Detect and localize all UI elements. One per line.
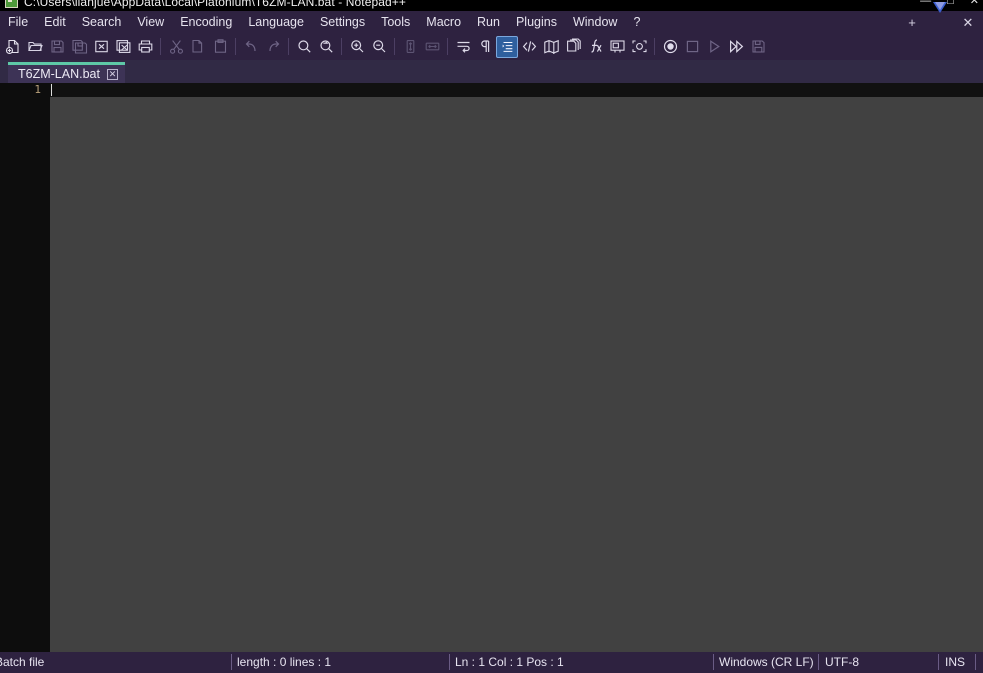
status-insert-mode[interactable]: INS (945, 656, 965, 669)
cut-icon[interactable] (165, 36, 187, 58)
toolbar-separator (654, 38, 655, 55)
close-tab-button[interactable]: ✕ (961, 16, 975, 29)
menu-item-language[interactable]: Language (240, 12, 312, 33)
window-title: C:\Users\lianjue\AppData\Local\Platonium… (24, 0, 407, 9)
status-divider (231, 654, 232, 670)
macro-save-icon[interactable] (747, 36, 769, 58)
toolbar-separator (235, 38, 236, 55)
close-window-button[interactable]: ✕ (970, 0, 979, 11)
close-all-icon[interactable] (112, 36, 134, 58)
status-eol[interactable]: Windows (CR LF) (719, 656, 814, 669)
menu-item-run[interactable]: Run (469, 12, 508, 33)
tab-label: T6ZM-LAN.bat (18, 66, 100, 81)
undo-icon[interactable] (240, 36, 262, 58)
menu-item-help[interactable]: ? (625, 12, 648, 33)
notepad-plus-plus-window: C:\Users\lianjue\AppData\Local\Platonium… (0, 0, 983, 673)
notepad-plus-plus-icon (5, 0, 18, 8)
menu-item-search[interactable]: Search (74, 12, 130, 33)
document-map-icon[interactable] (540, 36, 562, 58)
status-encoding[interactable]: UTF-8 (825, 656, 859, 669)
copy-icon[interactable] (187, 36, 209, 58)
new-file-icon[interactable] (2, 36, 24, 58)
line-number-gutter: 1 (0, 83, 50, 652)
status-length-lines: length : 0 lines : 1 (237, 655, 332, 669)
toolbar-separator (394, 38, 395, 55)
redo-icon[interactable] (262, 36, 284, 58)
minimize-button[interactable]: — (920, 0, 931, 11)
show-tag-icon[interactable] (518, 36, 540, 58)
title-bar: C:\Users\lianjue\AppData\Local\Platonium… (0, 0, 983, 11)
function-list-icon[interactable] (584, 36, 606, 58)
save-all-icon[interactable] (68, 36, 90, 58)
zoom-out-icon[interactable] (368, 36, 390, 58)
menu-item-window[interactable]: Window (565, 12, 625, 33)
close-file-icon[interactable] (90, 36, 112, 58)
status-divider (938, 654, 939, 670)
code-text-area[interactable] (50, 83, 983, 652)
toolbar-separator (288, 38, 289, 55)
zoom-in-icon[interactable] (346, 36, 368, 58)
toolbar-separator (447, 38, 448, 55)
open-file-icon[interactable] (24, 36, 46, 58)
sync-horizontal-icon[interactable] (421, 36, 443, 58)
document-list-icon[interactable] (606, 36, 628, 58)
add-tab-button[interactable]: + (905, 16, 919, 29)
menu-item-macro[interactable]: Macro (418, 12, 469, 33)
status-position: Ln : 1 Col : 1 Pos : 1 (455, 655, 564, 669)
replace-icon[interactable] (315, 36, 337, 58)
menu-item-file[interactable]: File (0, 12, 36, 33)
code-text-body[interactable] (50, 97, 983, 652)
paste-icon[interactable] (209, 36, 231, 58)
status-bar: Batch file length : 0 lines : 1 Ln : 1 C… (0, 652, 983, 673)
menu-bar: File Edit Search View Encoding Language … (0, 2, 983, 33)
status-language[interactable]: Batch file (0, 656, 44, 669)
status-divider (449, 654, 450, 670)
macro-record-icon[interactable] (659, 36, 681, 58)
show-all-characters-icon[interactable] (474, 36, 496, 58)
menu-item-view[interactable]: View (129, 12, 172, 33)
chevron-down-icon[interactable] (933, 2, 947, 31)
save-icon[interactable] (46, 36, 68, 58)
toolbar-separator (160, 38, 161, 55)
main-toolbar (0, 33, 983, 60)
indent-guide-icon[interactable] (496, 35, 518, 58)
editor-area[interactable]: 1 (0, 83, 983, 652)
toolbar-separator (341, 38, 342, 55)
find-icon[interactable] (293, 36, 315, 58)
menu-item-settings[interactable]: Settings (312, 12, 373, 33)
status-divider (975, 654, 976, 670)
line-number: 1 (34, 83, 41, 96)
macro-play-multiple-icon[interactable] (725, 36, 747, 58)
tab-bar: T6ZM-LAN.bat ✕ (0, 60, 983, 83)
text-caret (51, 84, 52, 96)
screen-capture-icon[interactable] (628, 36, 650, 58)
word-wrap-icon[interactable] (452, 36, 474, 58)
clone-document-icon[interactable] (562, 36, 584, 58)
print-icon[interactable] (134, 36, 156, 58)
menu-item-edit[interactable]: Edit (36, 12, 74, 33)
macro-play-icon[interactable] (703, 36, 725, 58)
tab-close-icon[interactable]: ✕ (106, 68, 118, 80)
menu-item-encoding[interactable]: Encoding (172, 12, 240, 33)
macro-stop-icon[interactable] (681, 36, 703, 58)
menu-item-tools[interactable]: Tools (373, 12, 418, 33)
menu-bar-right-controls: + ✕ (905, 2, 981, 33)
status-divider (818, 654, 819, 670)
sync-vertical-icon[interactable] (399, 36, 421, 58)
tab-t6zm-lan-bat[interactable]: T6ZM-LAN.bat ✕ (8, 62, 125, 83)
menu-item-plugins[interactable]: Plugins (508, 12, 565, 33)
status-divider (713, 654, 714, 670)
maximize-button[interactable]: □ (947, 0, 954, 11)
